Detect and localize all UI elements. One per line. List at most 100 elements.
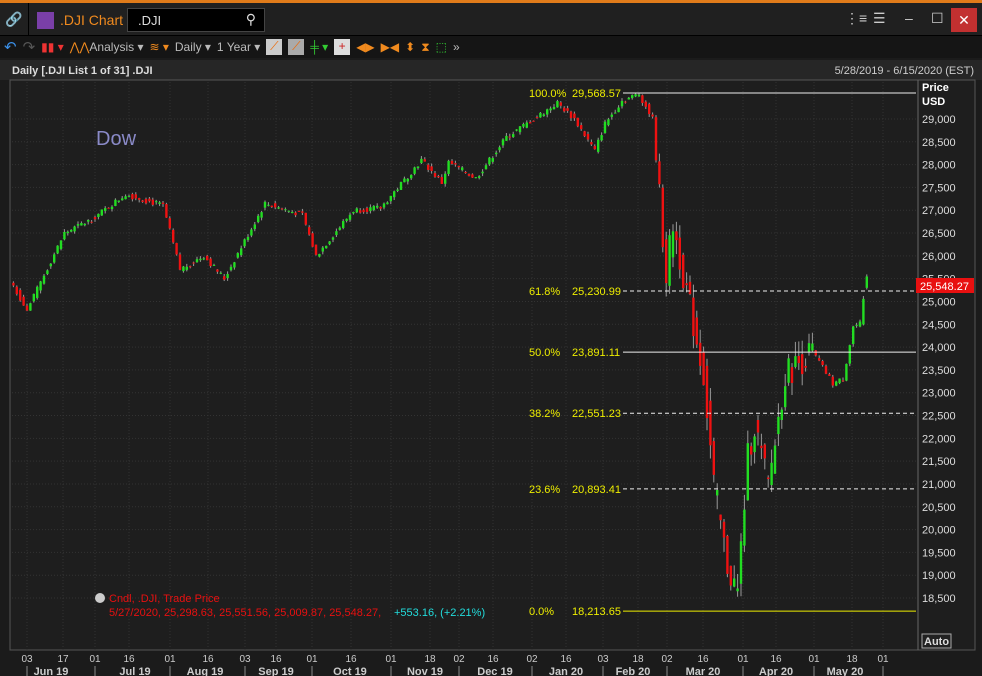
date-tick-label: 03 [597, 654, 609, 665]
candle-body [83, 223, 86, 226]
candle-body [297, 210, 301, 212]
candle-body [753, 436, 756, 453]
candle-body [396, 189, 399, 191]
candle-body [671, 231, 675, 258]
candle-body [80, 223, 83, 226]
candle-body [729, 565, 732, 586]
candle-body [369, 207, 372, 212]
price-tick-label: 20,500 [922, 502, 956, 514]
candle-body [719, 514, 722, 521]
candle-body [90, 221, 93, 223]
auto-scale-label[interactable]: Auto [924, 636, 949, 648]
candle-body [488, 157, 491, 165]
candle-body [644, 101, 647, 107]
candle-body [525, 122, 528, 128]
price-tick-label: 20,000 [922, 525, 956, 537]
candle-body [512, 134, 515, 138]
candle-body [559, 102, 562, 106]
month-label: Apr 20 [759, 666, 793, 676]
candle-body [627, 97, 630, 100]
candle-body [440, 177, 443, 184]
date-tick-label: 02 [526, 654, 538, 665]
candle-body [416, 166, 420, 169]
fib-percent: 50.0% [529, 347, 560, 359]
candle-body [59, 240, 63, 250]
candle-body [610, 114, 613, 117]
date-tick-label: 18 [632, 654, 644, 665]
candle-body [379, 206, 382, 209]
candle-body [651, 114, 654, 117]
price-tick-label: 24,000 [922, 342, 956, 354]
candle-body [263, 201, 267, 208]
month-label: Oct 19 [333, 666, 367, 676]
candle-body [461, 167, 464, 171]
fib-value: 23,891.11 [572, 347, 620, 359]
candle-body [665, 239, 668, 284]
candle-body [848, 345, 851, 364]
candle-body [430, 166, 433, 171]
candle-body [206, 255, 209, 261]
candle-body [498, 147, 501, 151]
candle-body [73, 226, 76, 232]
candle-body [151, 199, 154, 205]
candle-body [522, 124, 525, 127]
candle-body [301, 211, 304, 213]
candle-body [39, 281, 42, 291]
candle-body [556, 101, 559, 108]
candle-body [348, 214, 352, 220]
price-tick-label: 28,500 [922, 137, 956, 149]
candle-body [46, 270, 49, 275]
candle-body [532, 120, 535, 122]
axis-title-price: Price [922, 82, 949, 94]
candle-body [107, 207, 110, 209]
candle-body [243, 239, 246, 247]
candle-body [709, 400, 712, 446]
date-tick-label: 16 [560, 654, 572, 665]
candle-body [552, 106, 556, 110]
candle-body [182, 266, 185, 272]
candle-body [852, 326, 855, 344]
candle-body [668, 235, 671, 286]
candle-body [389, 195, 392, 202]
candle-body [144, 198, 148, 204]
candle-body [63, 231, 66, 240]
candle-body [542, 114, 545, 116]
candle-body [12, 282, 15, 286]
candle-body [569, 111, 573, 119]
candle-body [226, 273, 229, 279]
candle-body [280, 208, 284, 210]
candle-body [712, 441, 715, 475]
candle-body [70, 229, 73, 232]
candle-body [675, 231, 678, 241]
candle-body [168, 218, 171, 229]
date-tick-label: 01 [737, 654, 749, 665]
fib-value: 18,213.65 [572, 606, 621, 618]
candle-body [202, 258, 205, 260]
candle-body [29, 303, 32, 311]
candle-body [586, 133, 590, 140]
price-tick-label: 19,000 [922, 570, 956, 582]
candle-body [505, 135, 508, 141]
candle-body [811, 343, 814, 351]
candle-body [787, 358, 790, 383]
candle-body [607, 119, 610, 126]
candle-body [212, 264, 216, 266]
candle-body [824, 366, 828, 374]
candle-body [444, 173, 447, 184]
candle-body [566, 108, 569, 111]
candle-body [236, 253, 239, 258]
price-tick-label: 26,000 [922, 251, 956, 263]
candle-body [233, 262, 236, 268]
candle-body [865, 276, 868, 288]
candle-body [756, 420, 760, 433]
candle-body [338, 227, 341, 230]
candle-body [410, 174, 413, 179]
candle-body [600, 135, 603, 141]
candle-body [726, 535, 729, 574]
candle-body [267, 204, 270, 206]
price-tick-label: 27,500 [922, 182, 956, 194]
price-chart[interactable]: 100.0% 29,568.57 61.8% 25,230.99 50.0% 23,891… [0, 0, 982, 676]
candle-body [15, 286, 18, 295]
candle-body [457, 165, 460, 168]
candle-body [325, 245, 328, 249]
